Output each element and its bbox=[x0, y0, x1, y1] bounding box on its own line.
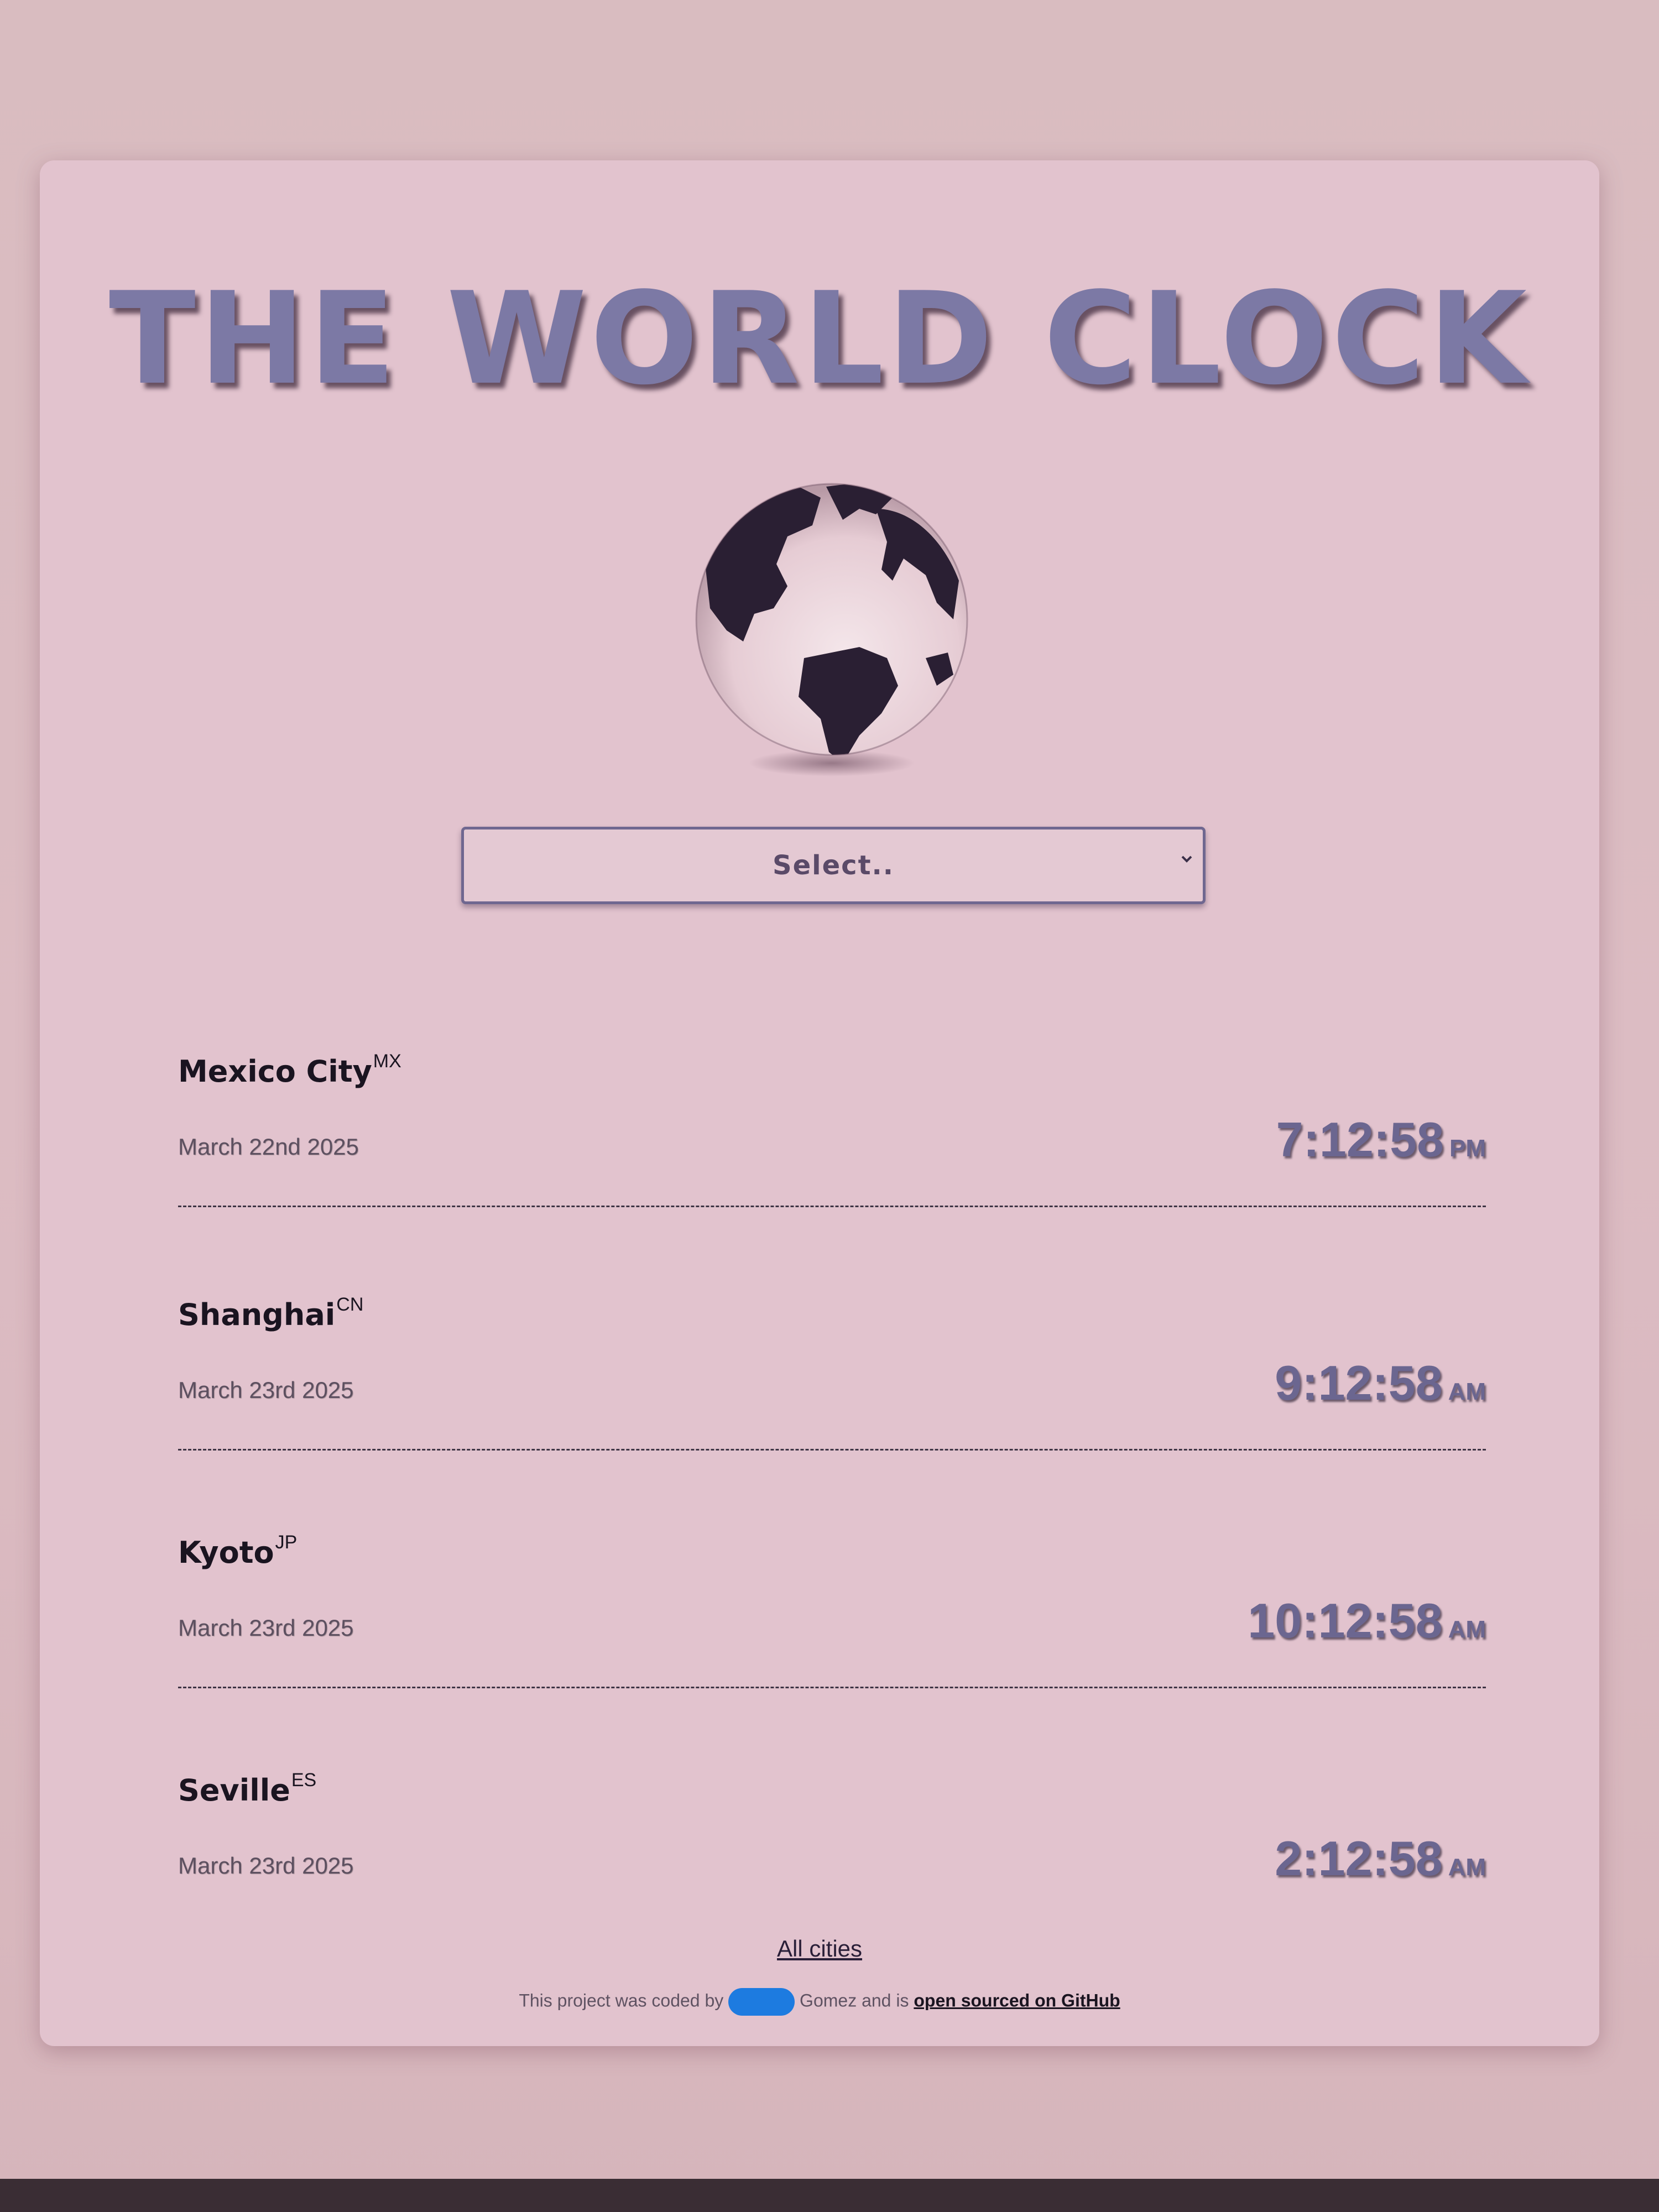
credit-name: Gomez and is bbox=[800, 1990, 909, 2011]
city-time: 7:12:58 PM bbox=[1276, 1112, 1486, 1167]
chevron-down-icon bbox=[1178, 851, 1195, 870]
country-code: CN bbox=[336, 1294, 364, 1315]
city-date: March 22nd 2025 bbox=[178, 1134, 359, 1160]
am-pm: AM bbox=[1448, 1378, 1486, 1405]
divider bbox=[178, 1206, 1486, 1207]
city-name: KyotoJP bbox=[178, 1532, 298, 1570]
all-cities-link[interactable]: All cities bbox=[777, 1936, 862, 1961]
city-date: March 23rd 2025 bbox=[178, 1853, 354, 1879]
city-time: 9:12:58 AM bbox=[1275, 1355, 1486, 1410]
redaction-mark bbox=[728, 1988, 795, 2016]
am-pm: PM bbox=[1449, 1135, 1486, 1162]
city-time: 10:12:58 AM bbox=[1248, 1593, 1486, 1648]
city-time: 2:12:58 AM bbox=[1275, 1831, 1486, 1886]
city-date: March 23rd 2025 bbox=[178, 1377, 354, 1403]
credit-prefix: This project was coded by bbox=[519, 1990, 724, 2011]
city-name: SevilleES bbox=[178, 1770, 317, 1808]
am-pm: AM bbox=[1448, 1854, 1486, 1881]
all-cities-row: All cities bbox=[40, 1936, 1599, 1962]
city-name: Mexico CityMX bbox=[178, 1051, 401, 1089]
city-row-shanghai: ShanghaiCN March 23rd 2025 9:12:58 AM bbox=[178, 1294, 1486, 1460]
select-label: Select.. bbox=[773, 850, 894, 881]
city-row-mexico-city: Mexico CityMX March 22nd 2025 7:12:58 PM bbox=[178, 1051, 1486, 1217]
world-clock-card: THE WORLD CLOCK Select.. Mexico CityMX M… bbox=[40, 160, 1599, 2046]
github-link[interactable]: open sourced on GitHub bbox=[914, 1990, 1120, 2010]
city-date: March 23rd 2025 bbox=[178, 1615, 354, 1641]
city-row-kyoto: KyotoJP March 23rd 2025 10:12:58 AM bbox=[178, 1532, 1486, 1698]
globe-icon bbox=[693, 476, 970, 785]
city-name: ShanghaiCN bbox=[178, 1294, 364, 1332]
divider bbox=[178, 1449, 1486, 1451]
credit-line: This project was coded by Gomez and is o… bbox=[40, 1988, 1599, 2016]
country-code: JP bbox=[275, 1532, 298, 1553]
divider bbox=[178, 1687, 1486, 1688]
city-row-seville: SevilleES March 23rd 2025 2:12:58 AM bbox=[178, 1770, 1486, 1936]
page-title: THE WORLD CLOCK bbox=[108, 265, 1531, 413]
country-code: MX bbox=[373, 1051, 401, 1072]
city-select[interactable]: Select.. bbox=[461, 827, 1206, 904]
country-code: ES bbox=[291, 1770, 317, 1791]
am-pm: AM bbox=[1448, 1616, 1486, 1643]
screen-edge bbox=[0, 2179, 1659, 2212]
